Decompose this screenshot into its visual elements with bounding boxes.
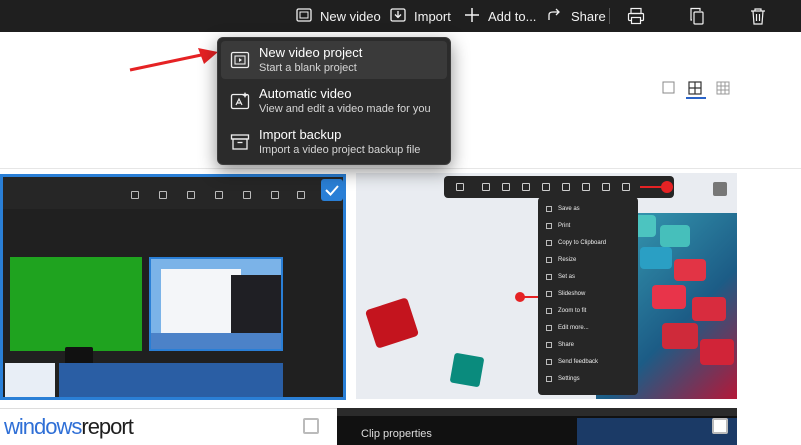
copy-icon[interactable] [688,7,706,25]
menu-item-title: Import backup [259,127,342,142]
share-label: Share [571,8,606,24]
menu-item-subtitle: Start a blank project [259,62,357,74]
share-button[interactable]: Share [547,0,606,32]
command-bar: New video Import Add to... Share [0,0,801,32]
menu-item-subtitle: Import a video project backup file [259,144,421,156]
windowsreport-watermark: windowsreport [4,414,134,439]
menu-item-import-backup[interactable]: Import backup Import a video project bac… [221,123,447,161]
teal-keycap [449,352,485,388]
selected-checkmark-icon[interactable] [321,179,343,201]
clip-properties-label: Clip properties [361,428,432,440]
print-icon[interactable] [627,7,645,25]
active-view-indicator [686,97,706,99]
archive-icon [230,132,250,152]
menu-item-new-video-project[interactable]: New video project Start a blank project [221,41,447,79]
single-view-icon[interactable] [662,81,676,95]
menu-item-automatic-video[interactable]: Automatic video View and edit a video ma… [221,82,447,120]
import-button[interactable]: Import [390,0,451,32]
new-video-menu: New video project Start a blank project … [217,37,451,165]
thumbnail-context-menu: Save as Print Copy to Clipboard Resize S… [538,197,638,395]
film-icon [296,7,312,26]
plus-icon [464,7,480,26]
delete-icon[interactable] [749,7,767,25]
add-to-label: Add to... [488,8,537,24]
photo-thumbnail-selected[interactable] [0,174,346,400]
automatic-video-icon [230,91,250,111]
desktop-photo [149,257,283,351]
share-icon [547,7,563,26]
video-project-icon [230,50,250,70]
thumbnail-row-item [59,363,283,397]
toolbar-separator [609,8,610,24]
thumbnail-checkbox[interactable] [712,418,728,434]
import-label: Import [414,8,451,24]
grid-view-icon[interactable] [688,81,702,95]
thumbnail-app-toolbar [3,177,343,209]
green-photo [10,257,142,397]
thumbnail-row-item [5,363,55,397]
red-arrow-annotation [129,48,218,72]
menu-item-subtitle: View and edit a video made for you [259,103,431,115]
add-to-button[interactable]: Add to... [464,0,536,32]
import-icon [390,7,406,26]
new-video-button[interactable]: New video [296,0,381,32]
menu-item-title: New video project [259,45,363,60]
red-keycap [364,297,420,349]
photo-thumbnail-keyboard[interactable]: Save as Print Copy to Clipboard Resize S… [356,173,737,399]
dense-grid-view-icon[interactable] [716,81,730,95]
annotation-dot [661,181,673,193]
gallery-divider [0,168,801,169]
thumbnail-checkbox[interactable] [303,418,319,434]
menu-item-title: Automatic video [259,86,352,101]
new-video-label: New video [320,8,381,24]
